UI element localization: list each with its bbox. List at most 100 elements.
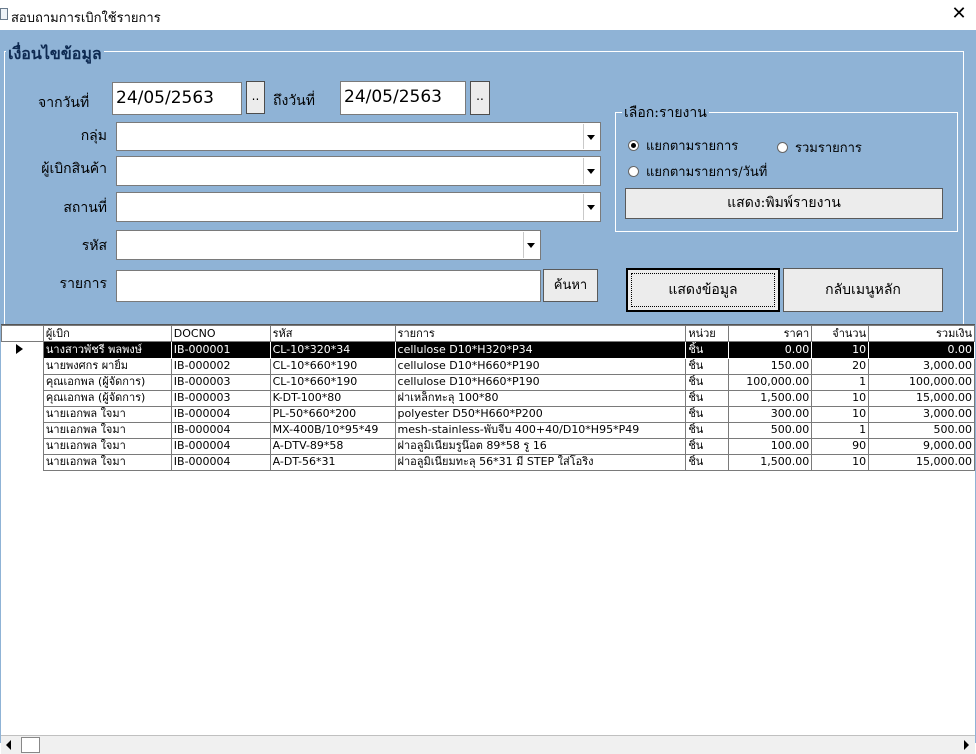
table-cell[interactable]: ฝาอลูมิเนียมทะลุ 56*31 มี STEP ใส่โอริง [394, 453, 687, 471]
item-input[interactable] [116, 270, 541, 302]
close-icon[interactable]: ✕ [946, 1, 972, 27]
column-header[interactable]: รายการ [394, 325, 687, 342]
table-cell[interactable]: IB-000004 [170, 421, 271, 439]
table-row[interactable]: นางสาวพัชรี พลพงษ์ IB-000001 CL-10*320*34 c… [1, 341, 975, 359]
table-cell[interactable]: cellulose D10*H660*P190 [394, 373, 687, 391]
to-date-picker-button[interactable]: .. [470, 81, 490, 115]
table-cell[interactable]: นายพงศกร ผายิ้ม [42, 357, 172, 375]
table-cell[interactable]: 3,000.00 [868, 357, 975, 375]
table-cell[interactable]: 3,000.00 [868, 405, 975, 423]
row-selector[interactable] [1, 390, 44, 406]
table-cell[interactable]: 10 [811, 405, 870, 423]
column-header[interactable]: DOCNO [170, 325, 271, 342]
table-cell[interactable]: คุณเอกพล (ผู้จัดการ) [42, 373, 172, 391]
table-cell[interactable]: IB-000003 [170, 373, 271, 391]
table-row[interactable]: คุณเอกพล (ผู้จัดการ) IB-000003 K-DT-100*80… [1, 389, 975, 407]
row-selector[interactable] [1, 454, 44, 470]
row-selector[interactable] [1, 374, 44, 390]
table-cell[interactable]: K-DT-100*80 [269, 389, 396, 407]
table-cell[interactable]: นายเอกพล ใจมา [42, 421, 172, 439]
show-data-button[interactable]: แสดงข้อมูล [626, 268, 780, 312]
table-cell[interactable]: IB-000001 [170, 341, 271, 359]
table-cell[interactable]: 10 [811, 453, 870, 471]
location-select[interactable] [116, 192, 601, 222]
table-cell[interactable]: 100,000.00 [728, 373, 813, 391]
table-cell[interactable]: 10 [811, 389, 870, 407]
table-cell[interactable]: ชิ้น [685, 421, 730, 439]
table-cell[interactable]: 150.00 [728, 357, 813, 375]
table-cell[interactable]: 15,000.00 [868, 389, 975, 407]
column-header[interactable]: หน่วย [685, 325, 730, 342]
table-cell[interactable]: CL-10*320*34 [269, 341, 396, 359]
table-cell[interactable]: PL-50*660*200 [269, 405, 396, 423]
table-cell[interactable]: นายเอกพล ใจมา [42, 453, 172, 471]
row-selector[interactable] [1, 406, 44, 422]
table-cell[interactable]: 100.00 [728, 437, 813, 455]
table-cell[interactable]: A-DTV-89*58 [269, 437, 396, 455]
table-cell[interactable]: ชิ้น [685, 357, 730, 375]
table-cell[interactable]: ชิ้น [685, 437, 730, 455]
row-selector[interactable] [1, 341, 44, 358]
table-row[interactable]: นายเอกพล ใจมา IB-000004 MX-400B/10*95*49 me… [1, 421, 975, 439]
table-cell[interactable]: cellulose D10*H320*P34 [394, 341, 687, 359]
table-cell[interactable]: IB-000004 [170, 453, 271, 471]
table-cell[interactable]: CL-10*660*190 [269, 373, 396, 391]
horizontal-scrollbar[interactable] [1, 735, 975, 754]
from-date-input[interactable]: 24/05/2563 [112, 82, 242, 115]
table-cell[interactable]: ชิ้น [685, 453, 730, 471]
table-cell[interactable]: 9,000.00 [868, 437, 975, 455]
table-cell[interactable]: IB-000004 [170, 437, 271, 455]
column-header[interactable]: รวมเงิน [868, 325, 975, 342]
table-cell[interactable]: CL-10*660*190 [269, 357, 396, 375]
column-header[interactable]: รหัส [269, 325, 396, 342]
table-cell[interactable]: ฝาอลูมิเนียมรูน๊อต 89*58 รู 16 [394, 437, 687, 455]
table-cell[interactable]: 1,500.00 [728, 389, 813, 407]
data-grid[interactable]: ผู้เบิก DOCNO รหัส รายการ หน่วย ราคา จำนวน รวมเ… [1, 324, 975, 735]
row-selector[interactable] [1, 438, 44, 454]
requester-select[interactable] [116, 156, 601, 186]
code-select[interactable] [116, 230, 541, 260]
row-selector[interactable] [1, 358, 44, 374]
table-cell[interactable]: 300.00 [728, 405, 813, 423]
table-cell[interactable]: IB-000002 [170, 357, 271, 375]
table-cell[interactable]: 15,000.00 [868, 453, 975, 471]
table-cell[interactable]: ชิ้น [685, 373, 730, 391]
from-date-picker-button[interactable]: .. [246, 81, 265, 114]
chevron-down-icon[interactable] [583, 194, 599, 220]
column-header[interactable]: จำนวน [811, 325, 870, 342]
table-cell[interactable]: MX-400B/10*95*49 [269, 421, 396, 439]
table-cell[interactable]: ฝาเหล็กทะลุ 100*80 [394, 389, 687, 407]
table-cell[interactable]: ชิ้น [685, 405, 730, 423]
table-cell[interactable]: 100,000.00 [868, 373, 975, 391]
table-cell[interactable]: ชิ้น [685, 389, 730, 407]
group-select[interactable] [116, 122, 601, 151]
chevron-down-icon[interactable] [583, 124, 599, 149]
scroll-thumb[interactable] [21, 737, 40, 753]
table-cell[interactable]: 0.00 [728, 341, 813, 359]
chevron-down-icon[interactable] [523, 232, 539, 258]
column-header[interactable]: ราคา [728, 325, 813, 342]
table-cell[interactable]: IB-000003 [170, 389, 271, 407]
table-cell[interactable]: 0.00 [868, 341, 975, 359]
radio-by-item-date[interactable]: แยกตามรายการ/วันที่ [628, 161, 767, 182]
table-cell[interactable]: 1,500.00 [728, 453, 813, 471]
radio-by-item[interactable]: แยกตามรายการ [628, 135, 738, 156]
table-cell[interactable]: คุณเอกพล (ผู้จัดการ) [42, 389, 172, 407]
table-cell[interactable]: 90 [811, 437, 870, 455]
print-report-button[interactable]: แสดง:พิมพ์รายงาน [625, 188, 943, 219]
chevron-down-icon[interactable] [583, 158, 599, 184]
table-cell[interactable]: 500.00 [868, 421, 975, 439]
table-cell[interactable]: A-DT-56*31 [269, 453, 396, 471]
radio-total[interactable]: รวมรายการ [777, 137, 862, 158]
search-button[interactable]: ค้นหา [543, 269, 598, 302]
column-header[interactable]: ผู้เบิก [42, 325, 172, 342]
table-cell[interactable]: 1 [811, 421, 870, 439]
table-row[interactable]: นายเอกพล ใจมา IB-000004 A-DT-56*31 ฝาอลูมิเ… [1, 453, 975, 471]
scroll-left-icon[interactable] [1, 736, 18, 754]
table-cell[interactable]: ชิ้น [685, 341, 730, 359]
table-row[interactable]: นายพงศกร ผายิ้ม IB-000002 CL-10*660*190 cel… [1, 357, 975, 375]
table-row[interactable]: นายเอกพล ใจมา IB-000004 PL-50*660*200 polye… [1, 405, 975, 423]
scroll-right-icon[interactable] [958, 736, 975, 754]
table-cell[interactable]: mesh-stainless-พับจีบ 400+40/D10*H95*P49 [394, 421, 687, 439]
to-date-input[interactable]: 24/05/2563 [340, 81, 466, 115]
